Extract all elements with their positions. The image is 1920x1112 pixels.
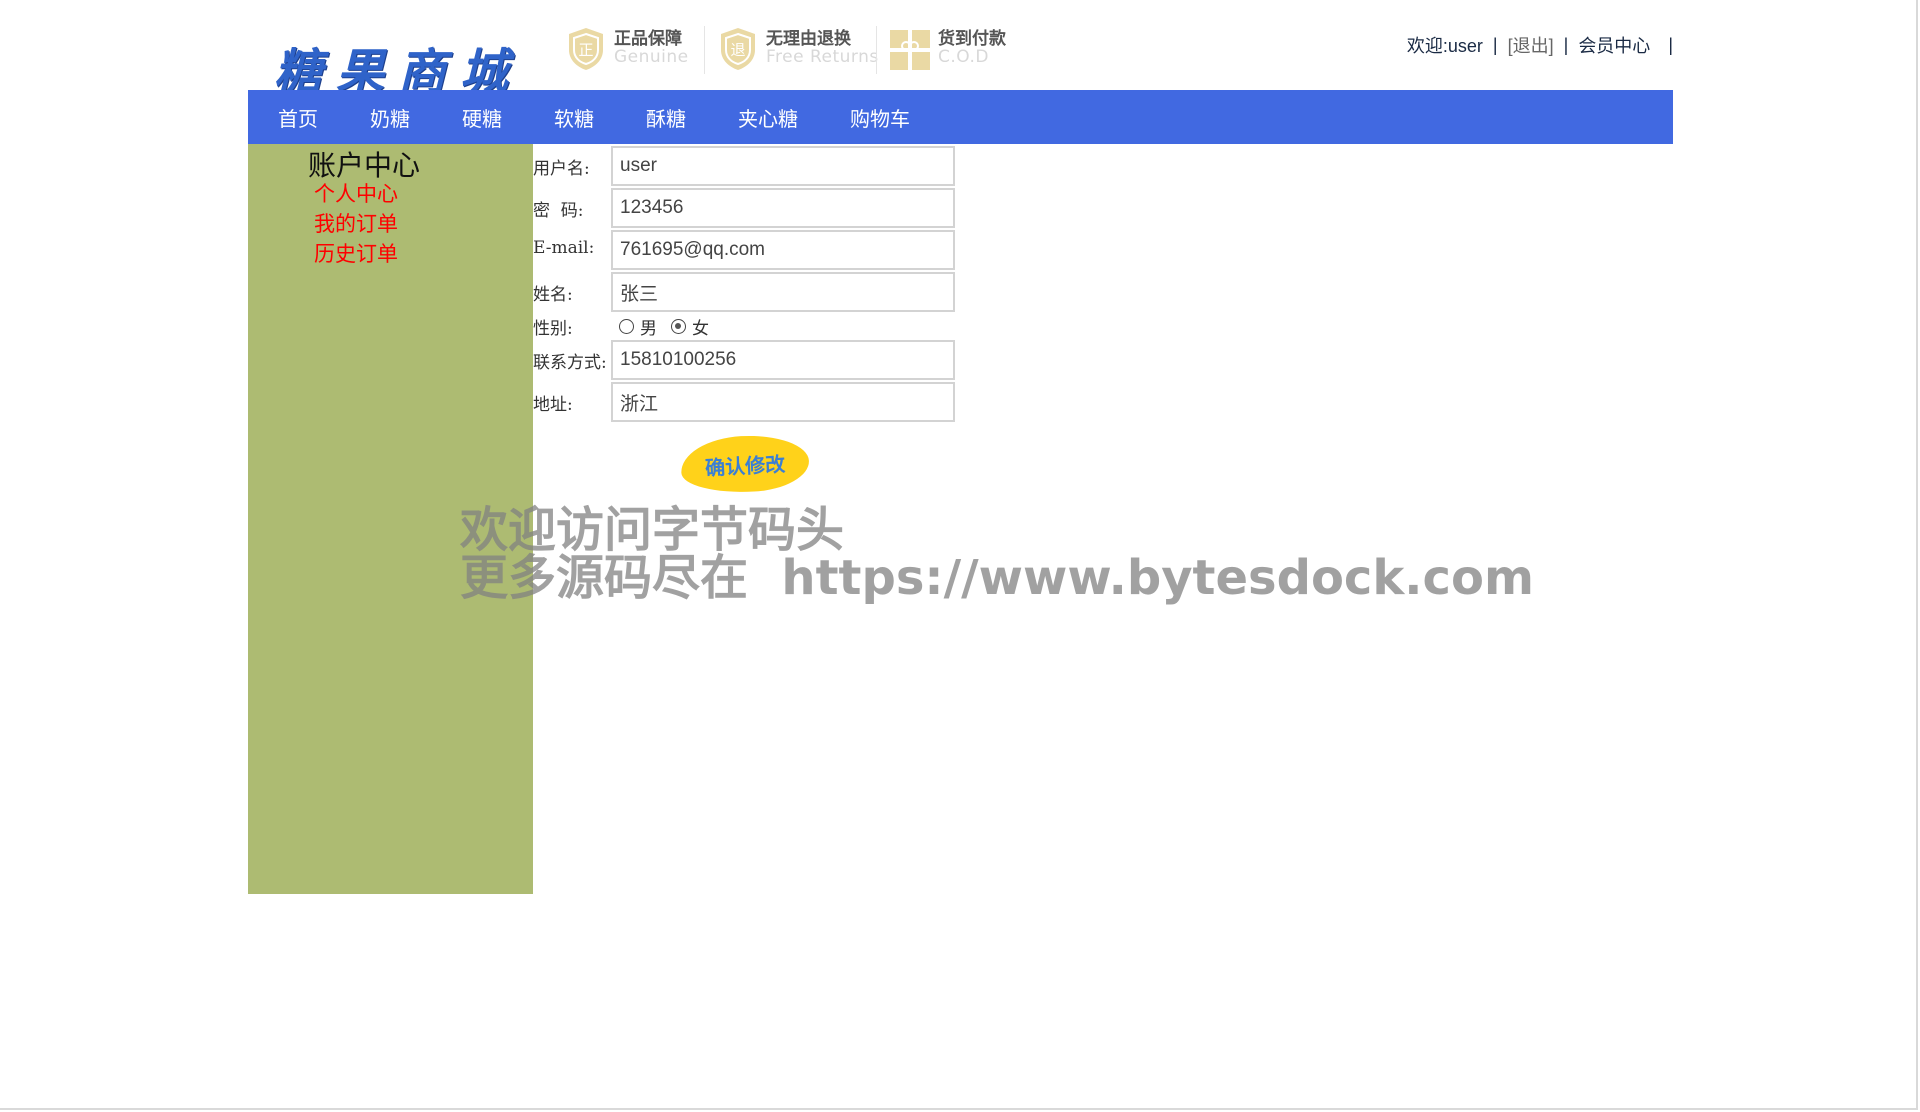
nav-item-cart[interactable]: 购物车: [850, 103, 910, 132]
nav-item-home[interactable]: 首页: [278, 103, 318, 132]
gender-male-label: 男: [640, 319, 657, 339]
phone-field[interactable]: [611, 340, 955, 380]
gender-female-label: 女: [692, 319, 709, 339]
welcome-text: 欢迎:user: [1406, 36, 1483, 56]
svg-text:正: 正: [578, 41, 593, 59]
logout-link[interactable]: [退出]: [1508, 32, 1554, 58]
gender-female-radio[interactable]: [671, 319, 686, 334]
email-label: E-mail:: [533, 238, 595, 258]
nav-item-soft-candy[interactable]: 软糖: [554, 103, 594, 132]
sidebar-item-my-orders[interactable]: 我的订单: [314, 208, 398, 238]
address-field[interactable]: [611, 382, 955, 422]
password-field[interactable]: [611, 188, 955, 228]
separator: |: [1563, 34, 1569, 55]
watermark-line2: 更多源码尽在 https://www.bytesdock.com: [460, 550, 1534, 606]
member-center-link[interactable]: 会员中心: [1578, 32, 1650, 58]
nav-item-crisp-candy[interactable]: 酥糖: [646, 103, 686, 132]
phone-label: 联系方式:: [533, 353, 607, 373]
header: 糖果商城 正 正品保障 Genuine 退 无理由退换 Free Returns: [248, 0, 1673, 100]
svg-text:退: 退: [730, 41, 745, 59]
nav-item-filled-candy[interactable]: 夹心糖: [738, 103, 798, 132]
gender-radio-group: 男 女: [619, 314, 723, 339]
nav-item-hard-candy[interactable]: 硬糖: [462, 103, 502, 132]
nav-item-milk-candy[interactable]: 奶糖: [370, 103, 410, 132]
gender-male-radio[interactable]: [619, 319, 634, 334]
promise-cod-en: C.O.D: [938, 47, 989, 67]
username-field[interactable]: [611, 146, 955, 186]
gender-label: 性别:: [533, 319, 573, 339]
promise-genuine-en: Genuine: [614, 47, 689, 67]
user-links: 欢迎:user | [退出] | 会员中心 |: [1407, 32, 1673, 58]
promise-returns: 退 无理由退换 Free Returns: [718, 24, 879, 74]
genuine-shield-icon: 正: [566, 26, 606, 72]
watermark: 欢迎访问字节码头 更多源码尽在 https://www.bytesdock.co…: [460, 506, 1534, 602]
promise-genuine: 正 正品保障 Genuine: [566, 24, 689, 74]
promise-divider: [704, 26, 705, 74]
returns-shield-icon: 退: [718, 26, 758, 72]
address-label: 地址:: [533, 395, 573, 415]
main-nav: 首页 奶糖 硬糖 软糖 酥糖 夹心糖 购物车: [248, 90, 1673, 144]
promise-divider: [876, 26, 877, 74]
username-label: 用户名:: [533, 159, 590, 179]
separator: |: [1668, 34, 1673, 55]
separator: |: [1492, 34, 1498, 55]
password-label: 密 码:: [533, 201, 584, 221]
gift-box-icon: [890, 26, 930, 72]
promise-returns-en: Free Returns: [766, 47, 879, 67]
name-label: 姓名:: [533, 285, 573, 305]
sidebar-item-order-history[interactable]: 历史订单: [314, 238, 398, 268]
watermark-line1: 欢迎访问字节码头: [460, 502, 845, 558]
name-field[interactable]: [611, 272, 955, 312]
sidebar-item-personal-center[interactable]: 个人中心: [314, 178, 398, 208]
email-field[interactable]: [611, 230, 955, 270]
promise-cod: 货到付款 C.O.D: [890, 24, 1006, 74]
